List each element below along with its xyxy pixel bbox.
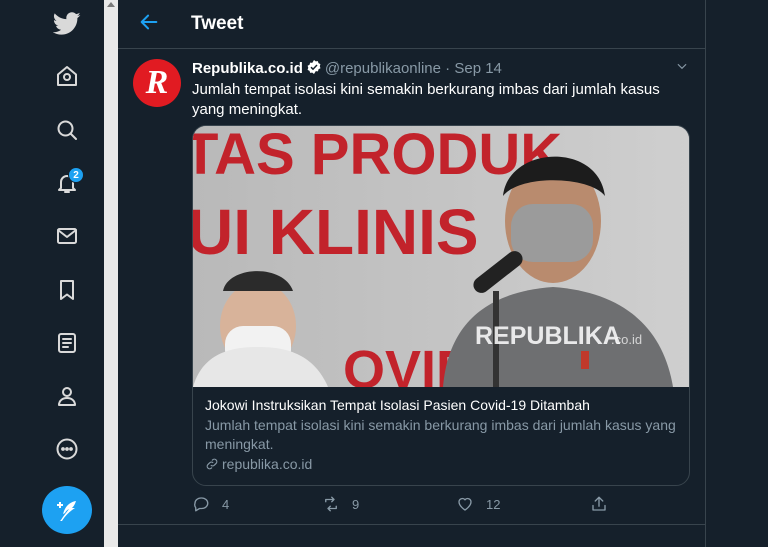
more-options-icon[interactable] <box>48 430 86 468</box>
messages-mail-icon[interactable] <box>48 217 86 255</box>
card-domain: republika.co.id <box>205 456 677 472</box>
page-header: Tweet <box>118 0 705 49</box>
page-scrollbar[interactable] <box>104 0 118 547</box>
reply-icon <box>194 497 209 512</box>
like-count: 12 <box>486 496 501 512</box>
like-button[interactable]: 12 <box>456 495 500 513</box>
reply-button[interactable]: 4 <box>192 495 229 513</box>
twitter-logo-icon[interactable] <box>48 4 86 42</box>
sidebar-nav: 2 <box>0 0 104 547</box>
tweet-meta: Republika.co.id @republikaonline · Sep 14 <box>192 59 502 77</box>
tweet-date[interactable]: Sep 14 <box>454 60 502 77</box>
news-photo-icon: TAS PRODUK UI KLINIS OVID REPUBLIKA .co.… <box>193 126 689 387</box>
author-handle[interactable]: @republikaonline <box>325 60 441 77</box>
svg-text:TAS PRODUK: TAS PRODUK <box>193 126 562 187</box>
card-description: Jumlah tempat isolasi kini semakin berku… <box>205 417 676 452</box>
lists-icon[interactable] <box>48 324 86 362</box>
retweet-button[interactable]: 9 <box>322 495 359 513</box>
main-column: Tweet R Republika.co.id @republikaonline … <box>118 0 706 547</box>
tweet-actions: 4 9 12 <box>192 495 622 517</box>
link-icon <box>206 458 218 470</box>
tweet-text: Jumlah tempat isolasi kini semakin berku… <box>192 81 660 118</box>
link-preview-card[interactable]: TAS PRODUK UI KLINIS OVID REPUBLIKA .co.… <box>192 125 690 486</box>
scroll-up-arrow-icon[interactable] <box>107 2 115 7</box>
heart-icon <box>458 497 472 511</box>
card-image: TAS PRODUK UI KLINIS OVID REPUBLIKA .co.… <box>193 126 689 387</box>
svg-text:.co.id: .co.id <box>611 332 642 347</box>
notifications-bell-icon[interactable]: 2 <box>48 164 86 202</box>
retweet-icon <box>325 496 337 512</box>
bookmarks-icon[interactable] <box>48 271 86 309</box>
card-body: Jokowi Instruksikan Tempat Isolasi Pasie… <box>193 387 689 472</box>
card-title: Jokowi Instruksikan Tempat Isolasi Pasie… <box>205 397 590 413</box>
verified-badge-icon <box>306 59 322 75</box>
page-title: Tweet <box>191 13 244 34</box>
share-button[interactable] <box>590 495 608 513</box>
back-arrow-icon[interactable] <box>138 11 162 35</box>
notification-count-badge: 2 <box>68 167 84 183</box>
home-icon[interactable] <box>48 57 86 95</box>
tweet-detail: R Republika.co.id @republikaonline · Sep … <box>118 49 706 525</box>
svg-text:UI KLINIS: UI KLINIS <box>193 196 479 268</box>
feather-plus-icon <box>57 501 76 521</box>
svg-text:REPUBLIKA: REPUBLIKA <box>475 322 621 350</box>
retweet-count: 9 <box>352 496 360 512</box>
author-name[interactable]: Republika.co.id <box>192 60 303 77</box>
chevron-down-icon[interactable] <box>675 59 691 75</box>
explore-search-icon[interactable] <box>48 111 86 149</box>
meta-separator: · <box>445 60 451 77</box>
avatar[interactable]: R <box>133 59 181 107</box>
compose-tweet-button[interactable] <box>42 486 92 534</box>
card-domain-text: republika.co.id <box>222 456 313 472</box>
profile-icon[interactable] <box>48 377 86 415</box>
reply-count: 4 <box>222 496 230 512</box>
share-icon <box>592 496 606 511</box>
